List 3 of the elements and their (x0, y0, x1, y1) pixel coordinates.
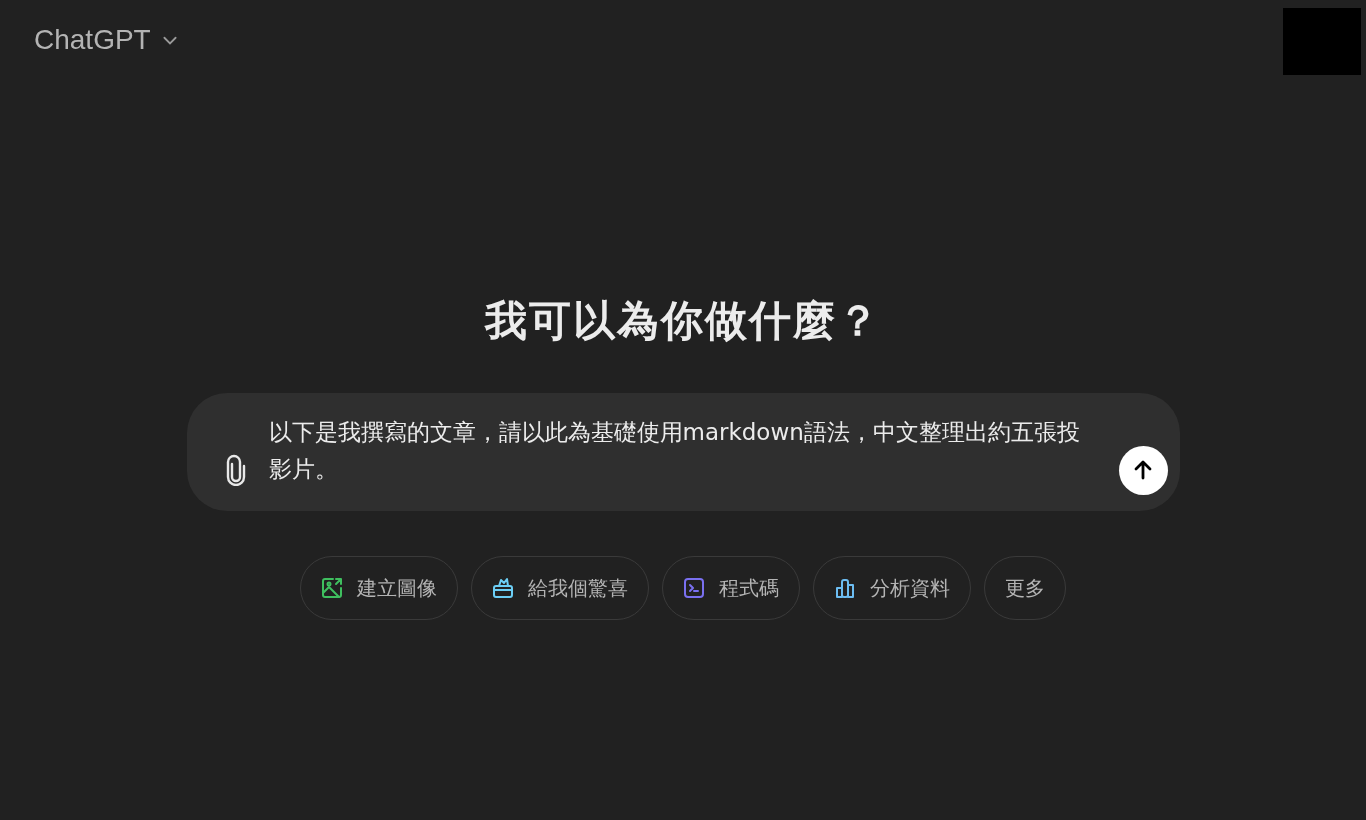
model-selector[interactable]: ChatGPT (22, 8, 191, 72)
page-heading: 我可以為你做什麼？ (485, 295, 881, 347)
message-composer[interactable]: 以下是我撰寫的文章，請以此為基礎使用markdown語法，中文整理出約五張投影片。 (186, 393, 1180, 511)
